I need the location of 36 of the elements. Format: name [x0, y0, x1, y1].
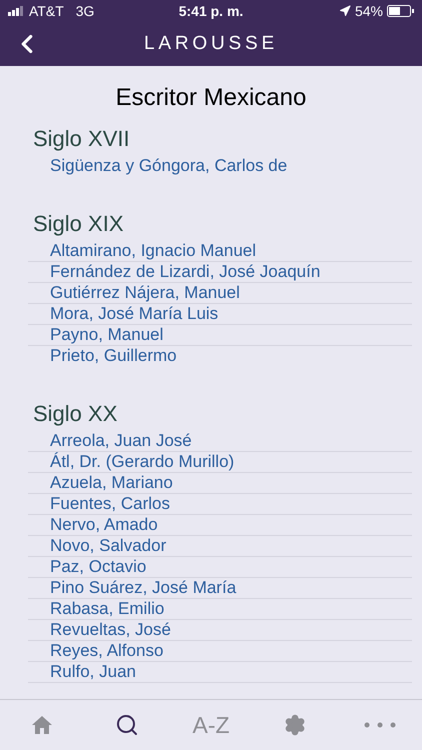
writer-link[interactable]: Rabasa, Emilio — [28, 599, 412, 620]
section-heading: Siglo XVII — [33, 125, 131, 153]
writer-link[interactable]: Fernández de Lizardi, José Joaquín — [28, 262, 412, 283]
writer-link[interactable]: Átl, Dr. (Gerardo Murillo) — [28, 452, 412, 473]
writer-link[interactable]: Arreola, Juan José — [28, 431, 412, 452]
signal-icon — [8, 6, 25, 16]
writer-link[interactable]: Altamirano, Ignacio Manuel — [28, 241, 412, 262]
writer-link[interactable]: Fuentes, Carlos — [28, 494, 412, 515]
writer-link[interactable]: Rulfo, Juan — [28, 662, 412, 683]
writer-link[interactable]: Azuela, Mariano — [28, 473, 412, 494]
writer-link[interactable]: Paz, Octavio — [28, 557, 412, 578]
page-title: Escritor Mexicano — [114, 83, 308, 113]
network-label: 3G — [76, 2, 94, 20]
writer-link[interactable]: Novo, Salvador — [28, 536, 412, 557]
app-title: LAROUSSE — [144, 32, 278, 56]
writer-link[interactable]: Revueltas, José — [28, 620, 412, 641]
section-heading: Siglo XIX — [33, 210, 124, 238]
writer-link[interactable]: Sigüenza y Góngora, Carlos de — [28, 156, 412, 176]
location-icon — [338, 5, 351, 17]
writer-link[interactable]: Nervo, Amado — [28, 515, 412, 536]
more-icon — [364, 722, 396, 728]
battery-percent: 54% — [354, 2, 383, 20]
writer-link[interactable]: Prieto, Guillermo — [28, 346, 412, 366]
writer-link[interactable]: Gutiérrez Nájera, Manuel — [28, 283, 412, 304]
writer-link[interactable]: Payno, Manuel — [28, 325, 412, 346]
home-icon — [31, 715, 54, 735]
search-icon — [114, 713, 139, 737]
status-time: 5:41 p. m. — [178, 2, 244, 21]
writer-link[interactable]: Pino Suárez, José María — [28, 578, 412, 599]
settings-icon — [284, 714, 306, 736]
battery-icon — [387, 5, 414, 17]
tab-bar-item[interactable]: A-Z — [168, 700, 254, 750]
carrier-label: AT&T — [29, 2, 64, 20]
writer-link[interactable]: Reyes, Alfonso — [28, 641, 412, 662]
section-heading: Siglo XX — [33, 400, 118, 428]
writer-link[interactable]: Mora, José María Luis — [28, 304, 412, 325]
